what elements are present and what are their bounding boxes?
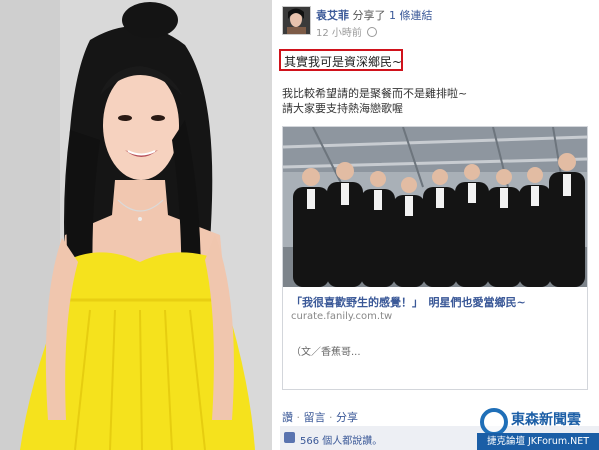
- woman-illustration: [0, 0, 272, 450]
- facebook-post: 袁艾菲 分享了 1 條連結 12 小時前 其實我可是資深鄉民~ 我比較希望請的是…: [272, 0, 599, 450]
- watermark-subtitle: 捷克論壇 JKForum.NET: [477, 433, 599, 450]
- highlight-text: 其實我可是資深鄉民~: [284, 55, 403, 69]
- post-actions: 讚 · 留言 · 分享: [282, 409, 358, 425]
- author-avatar[interactable]: [282, 6, 311, 35]
- comment-link[interactable]: 留言: [304, 411, 326, 424]
- author-name[interactable]: 袁艾菲: [316, 9, 349, 22]
- separator-dot: ·: [296, 411, 301, 424]
- share-action-text: 分享了: [352, 9, 386, 22]
- highlight-box: 其實我可是資深鄉民~: [279, 49, 403, 71]
- message-line-2: 請大家要支持熱海戀歌喔: [282, 102, 403, 115]
- separator-dot: ·: [329, 411, 333, 424]
- message-line-1: 我比較希望請的是聚餐而不是雞排啦~: [282, 87, 468, 100]
- link-title[interactable]: 「我很喜歡野生的感覺！」 明星們也愛當鄉民~: [291, 294, 526, 310]
- post-header: 袁艾菲 分享了 1 條連結: [316, 7, 433, 23]
- avatar-image: [283, 7, 310, 34]
- globe-icon: [367, 27, 378, 37]
- link-preview-card[interactable]: 「我很喜歡野生的感覺！」 明星們也愛當鄉民~ curate.fanily.com…: [282, 126, 588, 390]
- group-photo: [283, 127, 587, 287]
- woman-photo: [0, 0, 272, 450]
- shared-link-text[interactable]: 1 條連結: [389, 9, 433, 22]
- thumbs-up-icon: [284, 432, 295, 443]
- timestamp-text[interactable]: 12 小時前: [316, 28, 362, 39]
- post-timestamp: 12 小時前: [316, 24, 378, 39]
- like-link[interactable]: 讚: [282, 411, 293, 424]
- post-message: 我比較希望請的是聚餐而不是雞排啦~ 請大家要支持熱海戀歌喔: [282, 86, 467, 116]
- news-watermark: 東森新聞雲 捷克論壇 JKForum.NET: [477, 405, 599, 450]
- link-preview-image[interactable]: [283, 127, 587, 287]
- ettoday-logo-icon: [480, 408, 508, 436]
- link-description: （文／香蕉哥...: [291, 347, 361, 358]
- share-link[interactable]: 分享: [336, 411, 358, 424]
- watermark-title: 東森新聞雲: [511, 412, 581, 428]
- likes-count-text[interactable]: 566 個人都說讚。: [300, 432, 382, 447]
- link-url: curate.fanily.com.tw: [291, 311, 393, 322]
